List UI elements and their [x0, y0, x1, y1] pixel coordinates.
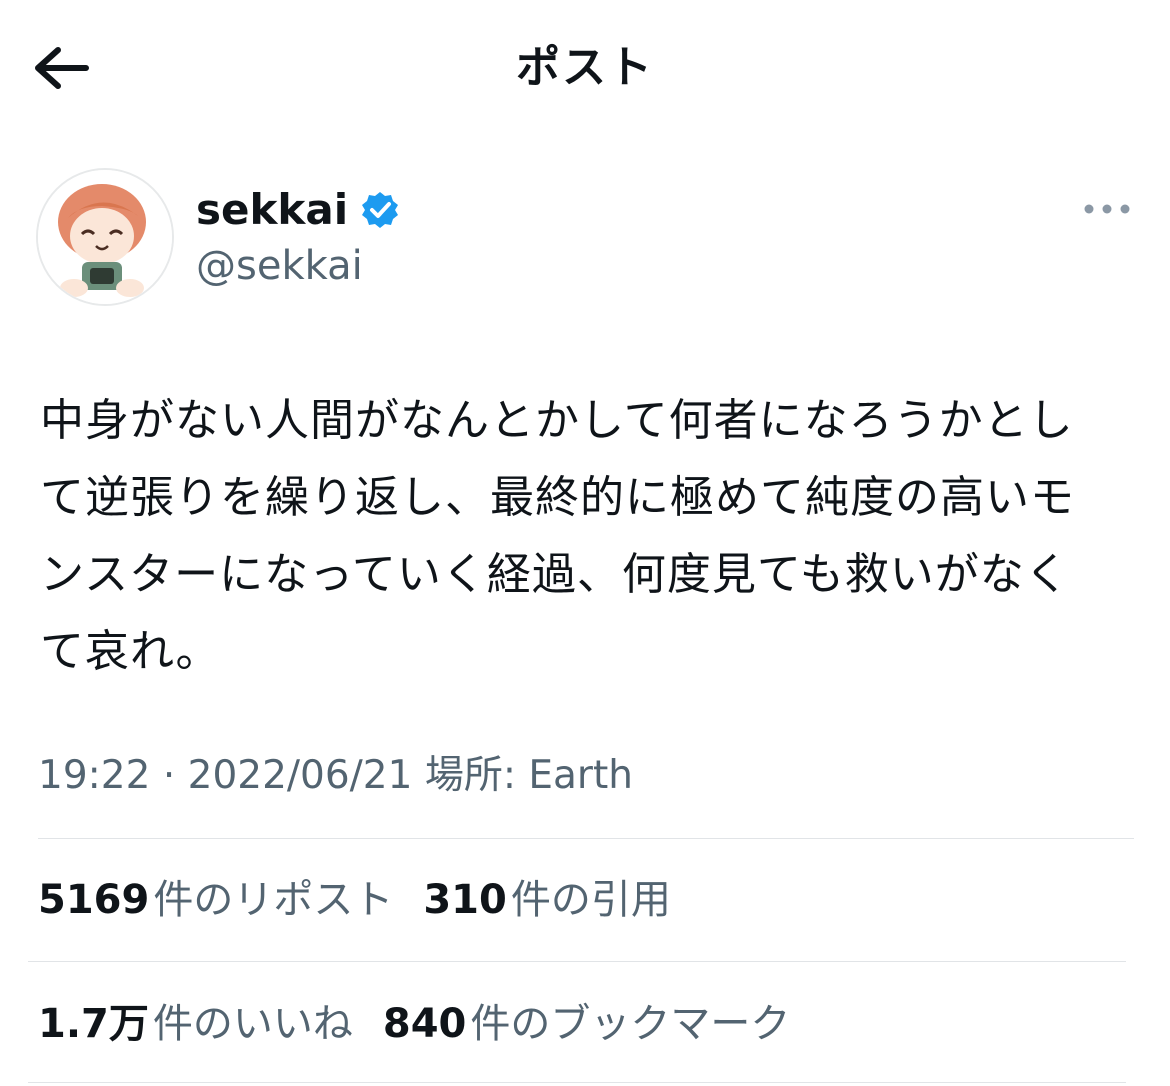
- avatar[interactable]: [36, 168, 174, 306]
- divider: [28, 1082, 1126, 1083]
- reposts-stat[interactable]: 5169 件のリポスト: [38, 874, 393, 926]
- likes-label: 件のいいね: [152, 1001, 353, 1047]
- verified-badge-icon: [360, 190, 400, 230]
- bookmarks-count: 840: [382, 1001, 467, 1047]
- likes-stat[interactable]: 1.7万 件のいいね: [38, 998, 353, 1050]
- tweet-text: 中身がない人間がなんとかして何者になろうかとし て逆張りを繰り返し、最終的に極め…: [40, 395, 1075, 677]
- tweet-date[interactable]: 2022/06/21: [188, 753, 413, 798]
- tweet-metadata: 19:22 · 2022/06/21 場所: Earth: [38, 750, 633, 802]
- location-label: 場所:: [424, 753, 516, 798]
- tweet-time[interactable]: 19:22: [38, 753, 150, 798]
- author-row: sekkai @sekkai: [36, 168, 1136, 308]
- display-name[interactable]: sekkai: [196, 184, 400, 236]
- more-dots-icon: [1081, 194, 1133, 224]
- likes-count: 1.7万: [38, 1001, 149, 1047]
- more-button[interactable]: [1081, 194, 1133, 224]
- top-bar: ポスト: [0, 0, 1170, 136]
- bookmarks-label: 件のブックマーク: [470, 1001, 791, 1047]
- divider: [38, 838, 1134, 839]
- divider: [28, 961, 1126, 962]
- stats-row-reposts: 5169 件のリポスト 310 件の引用: [38, 874, 701, 926]
- bookmarks-stat[interactable]: 840 件のブックマーク: [383, 998, 791, 1050]
- avatar-illustration: [38, 170, 172, 304]
- page-title: ポスト: [516, 42, 654, 93]
- meta-separator: ·: [162, 753, 176, 798]
- reposts-label: 件のリポスト: [153, 877, 394, 923]
- quotes-count: 310: [423, 877, 507, 923]
- reposts-count: 5169: [38, 877, 150, 923]
- quotes-stat[interactable]: 310 件の引用: [423, 874, 671, 926]
- stats-row-likes: 1.7万 件のいいね 840 件のブックマーク: [38, 998, 820, 1050]
- user-handle[interactable]: @sekkai: [196, 240, 363, 292]
- tweet-location[interactable]: Earth: [528, 753, 633, 798]
- quotes-label: 件の引用: [510, 877, 671, 923]
- display-name-text: sekkai: [196, 185, 349, 234]
